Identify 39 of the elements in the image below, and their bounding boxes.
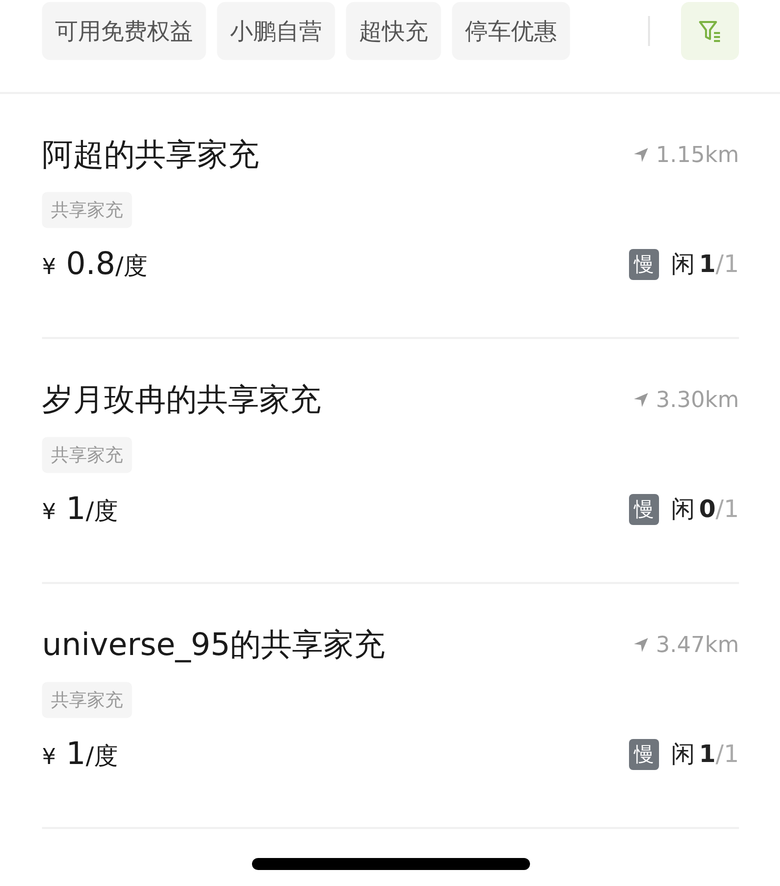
total-count: /1 <box>716 250 739 278</box>
total-count: /1 <box>716 495 739 523</box>
idle-count: 1 <box>698 740 716 768</box>
station-name: 阿超的共享家充 <box>42 136 259 175</box>
price-value: 0.8 <box>66 246 116 282</box>
speed-badge: 慢 <box>628 248 659 280</box>
station-tag: 共享家充 <box>42 437 132 473</box>
price-unit: /度 <box>86 741 118 772</box>
location-arrow-icon <box>632 391 650 409</box>
location-arrow-icon <box>632 636 650 654</box>
station-tag: 共享家充 <box>42 682 132 718</box>
speed-badge: 慢 <box>628 494 659 524</box>
idle-count: 1 <box>698 250 716 278</box>
currency-sign: ¥ <box>42 255 56 280</box>
idle-label: 闲 <box>670 494 695 525</box>
currency-sign: ¥ <box>42 745 56 770</box>
filter-chip[interactable]: 可用免费权益 <box>42 2 206 60</box>
price-unit: /度 <box>86 496 118 527</box>
location-arrow-icon <box>632 146 650 164</box>
filter-chip[interactable]: 超快充 <box>346 2 441 60</box>
idle-count: 0 <box>698 495 716 523</box>
station-name: 岁月玫冉的共享家充 <box>42 381 321 420</box>
distance: 3.47km <box>656 632 739 658</box>
speed-badge: 慢 <box>628 738 659 770</box>
filter-icon <box>697 18 723 44</box>
filter-chip[interactable]: 停车优惠 <box>452 2 570 60</box>
filter-chip[interactable]: 小鹏自营 <box>217 2 335 60</box>
total-count: /1 <box>716 740 739 768</box>
price-unit: /度 <box>115 251 148 282</box>
distance: 3.30km <box>656 388 739 412</box>
price-value: 1 <box>66 736 86 772</box>
idle-label: 闲 <box>670 249 695 280</box>
distance: 1.15km <box>656 142 739 168</box>
filter-button[interactable] <box>681 2 739 60</box>
station-name: universe_95的共享家充 <box>42 626 386 665</box>
price-value: 1 <box>66 491 86 527</box>
station-tag: 共享家充 <box>42 192 132 228</box>
currency-sign: ¥ <box>42 500 56 525</box>
idle-label: 闲 <box>670 739 695 770</box>
